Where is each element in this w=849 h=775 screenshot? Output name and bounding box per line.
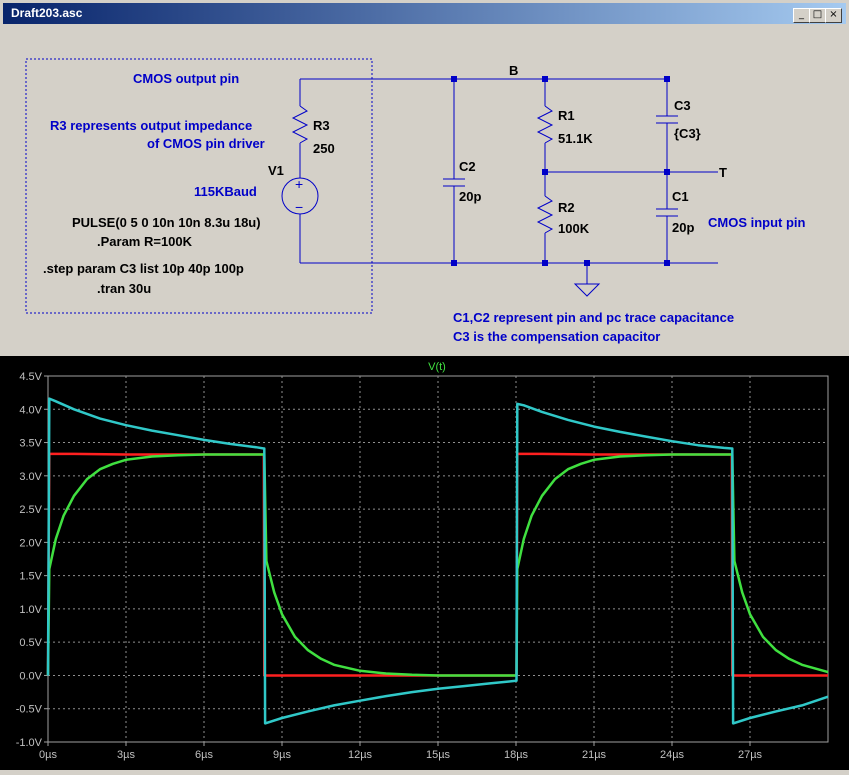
r2-name: R2	[558, 200, 575, 215]
y-tick-label: 2.5V	[19, 504, 42, 516]
r1-value: 51.1K	[558, 131, 593, 146]
resistor-r2	[536, 195, 554, 234]
pulse-directive: PULSE(0 5 0 10n 10n 8.3u 18u)	[72, 215, 261, 230]
chart-title: V(t)	[428, 361, 446, 373]
ground-icon	[573, 283, 601, 297]
resistor-r3	[291, 105, 309, 144]
maximize-button[interactable]: □	[809, 8, 826, 23]
schematic-canvas[interactable]: + − CMOS output pin R3 represents output…	[7, 28, 842, 350]
v1-minus-sign: −	[295, 199, 303, 215]
group-label: CMOS output pin	[133, 71, 239, 86]
x-tick-label: 21µs	[582, 749, 607, 761]
waveform-pane[interactable]: 4.5V 4.0V 3.5V 3.0V 2.5V 2.0V 1.5V 1.0V 0.5V 0.0V…	[0, 356, 849, 770]
x-tick-label: 27µs	[738, 749, 763, 761]
r3-value: 250	[313, 141, 335, 156]
y-tick-label: 3.5V	[19, 438, 42, 450]
tran-directive: .tran 30u	[97, 281, 151, 296]
y-tick-label: 1.0V	[19, 604, 42, 616]
c2-name: C2	[459, 159, 476, 174]
y-tick-label: 3.0V	[19, 471, 42, 483]
c3-value: {C3}	[674, 126, 701, 141]
y-tick-label: 2.0V	[19, 537, 42, 549]
note-c3: C3 is the compensation capacitor	[453, 329, 660, 344]
x-tick-label: 12µs	[348, 749, 373, 761]
note-c1c2: C1,C2 represent pin and pc trace capacit…	[453, 310, 734, 325]
window-title: Draft203.asc	[11, 6, 83, 20]
y-tick-label: -1.0V	[16, 737, 43, 749]
waveform-chart[interactable]: 4.5V 4.0V 3.5V 3.0V 2.5V 2.0V 1.5V 1.0V 0.5V 0.0V…	[0, 356, 849, 770]
y-tick-label: 4.0V	[19, 404, 42, 416]
y-tick-label: 0.5V	[19, 637, 42, 649]
x-tick-label: 18µs	[504, 749, 529, 761]
r1-name: R1	[558, 108, 575, 123]
schematic-window: Draft203.asc _ □ × + − CMOS output pin R…	[0, 0, 849, 356]
x-tick-label: 0µs	[39, 749, 57, 761]
param-directive: .Param R=100K	[97, 234, 193, 249]
input-pin-label: CMOS input pin	[708, 215, 806, 230]
x-tick-label: 9µs	[273, 749, 291, 761]
note-r3-line1: R3 represents output impedance	[50, 118, 252, 133]
minimize-button[interactable]: _	[793, 8, 810, 23]
c3-name: C3	[674, 98, 691, 113]
v1-name: V1	[268, 163, 284, 178]
r2-value: 100K	[558, 221, 590, 236]
note-r3-line2: of CMOS pin driver	[147, 136, 265, 151]
x-tick-label: 3µs	[117, 749, 135, 761]
x-tick-label: 24µs	[660, 749, 685, 761]
step-directive: .step param C3 list 10p 40p 100p	[43, 261, 244, 276]
y-tick-label: -0.5V	[16, 704, 43, 716]
y-tick-label: 0.0V	[19, 670, 42, 682]
c2-value: 20p	[459, 189, 481, 204]
net-t-label: T	[719, 165, 727, 180]
r3-name: R3	[313, 118, 330, 133]
v1-baud: 115KBaud	[194, 184, 257, 199]
c1-value: 20p	[672, 220, 694, 235]
x-tick-label: 15µs	[426, 749, 451, 761]
v1-plus-sign: +	[295, 176, 303, 192]
net-b-label: B	[509, 63, 518, 78]
y-tick-label: 1.5V	[19, 571, 42, 583]
y-tick-label: 4.5V	[19, 371, 42, 383]
close-button[interactable]: ×	[825, 8, 842, 23]
x-tick-label: 6µs	[195, 749, 213, 761]
resistor-r1	[536, 105, 554, 144]
title-bar[interactable]: Draft203.asc _ □ ×	[3, 3, 846, 24]
c1-name: C1	[672, 189, 689, 204]
